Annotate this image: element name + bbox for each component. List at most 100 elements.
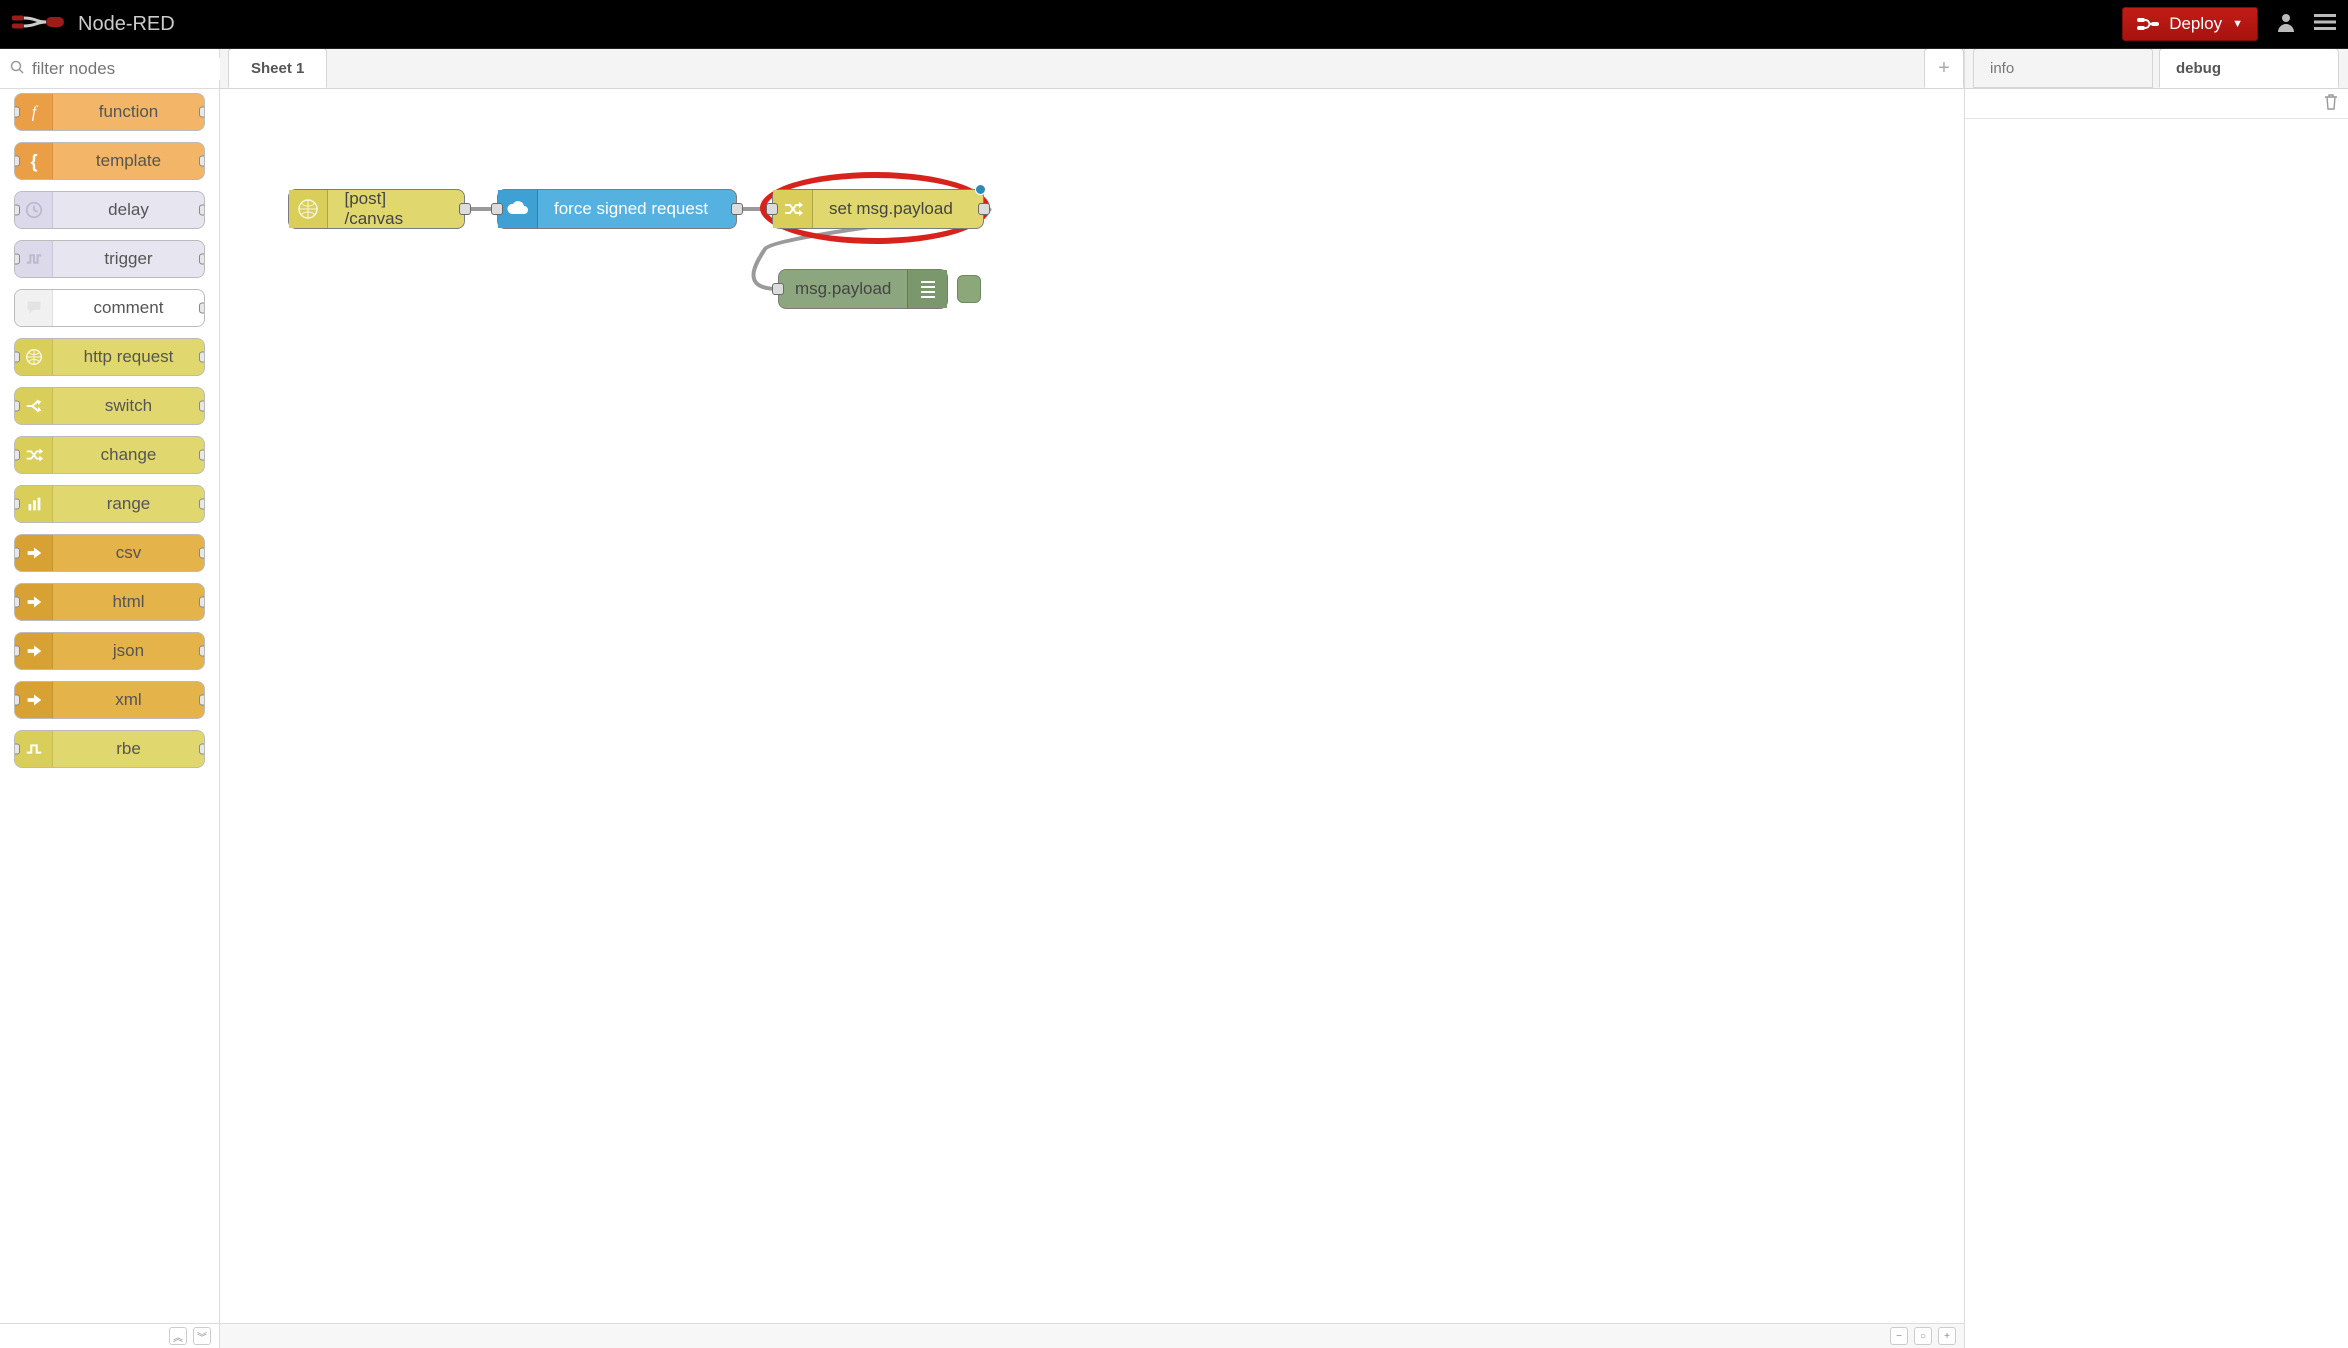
input-port[interactable] (14, 450, 20, 461)
palette-node-xml[interactable]: xml (14, 681, 205, 719)
palette-node-label: trigger (53, 249, 204, 269)
zoom-reset-button[interactable]: ○ (1914, 1327, 1932, 1345)
add-tab-button[interactable]: + (1924, 48, 1964, 88)
input-port[interactable] (14, 597, 20, 608)
sidebar-tab-info[interactable]: info (1973, 48, 2153, 88)
palette-node-comment[interactable]: comment (14, 289, 205, 327)
node-label: [post] /canvas (328, 189, 464, 229)
palette-node-switch[interactable]: switch (14, 387, 205, 425)
input-port[interactable] (14, 205, 20, 216)
output-port[interactable] (199, 548, 205, 559)
palette-node-label: change (53, 445, 204, 465)
flow-node-debug[interactable]: msg.payload (778, 269, 948, 309)
node-changed-indicator (975, 184, 986, 195)
output-port[interactable] (199, 499, 205, 510)
palette-collapse-down-button[interactable]: ︾ (193, 1327, 211, 1345)
output-port[interactable] (199, 352, 205, 363)
deploy-label: Deploy (2169, 14, 2222, 34)
output-port[interactable] (199, 450, 205, 461)
palette-node-label: html (53, 592, 204, 612)
bubble-icon (15, 290, 53, 326)
clear-debug-button[interactable] (2324, 94, 2338, 114)
input-port[interactable] (14, 744, 20, 755)
deploy-button[interactable]: Deploy ▼ (2122, 7, 2258, 41)
node-label: force signed request (538, 199, 724, 219)
sidebar-tab-debug[interactable]: debug (2159, 48, 2339, 88)
palette-node-html[interactable]: html (14, 583, 205, 621)
shuffle-icon (15, 437, 53, 473)
output-port[interactable] (199, 156, 205, 167)
palette-node-label: template (53, 151, 204, 171)
output-port[interactable] (199, 597, 205, 608)
palette-node-label: csv (53, 543, 204, 563)
clock-icon (15, 192, 53, 228)
input-port[interactable] (14, 646, 20, 657)
search-icon (10, 60, 24, 78)
palette-node-trigger[interactable]: trigger (14, 240, 205, 278)
input-port[interactable] (766, 203, 778, 215)
debug-toggle[interactable] (957, 275, 981, 303)
input-port[interactable] (14, 499, 20, 510)
flow-node-change[interactable]: set msg.payload (772, 189, 984, 229)
palette-node-csv[interactable]: csv (14, 534, 205, 572)
zoom-out-button[interactable]: − (1890, 1327, 1908, 1345)
palette-node-http-request[interactable]: http request (14, 338, 205, 376)
zoom-in-button[interactable]: + (1938, 1327, 1956, 1345)
arrow-icon (15, 633, 53, 669)
palette-node-change[interactable]: change (14, 436, 205, 474)
palette-node-range[interactable]: range (14, 485, 205, 523)
cloud-icon (498, 190, 538, 228)
switch-icon (15, 388, 53, 424)
arrow-icon (15, 682, 53, 718)
palette-node-label: function (53, 102, 204, 122)
output-port[interactable] (199, 107, 205, 118)
menu-icon[interactable] (2314, 13, 2336, 35)
output-port[interactable] (459, 203, 471, 215)
palette-node-template[interactable]: template (14, 142, 205, 180)
input-port[interactable] (14, 254, 20, 265)
output-port[interactable] (199, 254, 205, 265)
output-port[interactable] (199, 205, 205, 216)
f-italic-icon (15, 94, 53, 130)
pulse-icon (15, 241, 53, 277)
output-port[interactable] (731, 203, 743, 215)
output-port[interactable] (199, 646, 205, 657)
output-port[interactable] (199, 744, 205, 755)
input-port[interactable] (14, 156, 20, 167)
tab-label: info (1990, 60, 2014, 77)
user-icon[interactable] (2276, 12, 2296, 36)
input-port[interactable] (772, 283, 784, 295)
palette-node-label: range (53, 494, 204, 514)
globe-icon (289, 190, 328, 228)
palette-node-rbe[interactable]: rbe (14, 730, 205, 768)
workspace-tab[interactable]: Sheet 1 (228, 48, 327, 88)
output-port[interactable] (199, 695, 205, 706)
deploy-caret-icon[interactable]: ▼ (2232, 18, 2243, 30)
palette-node-json[interactable]: json (14, 632, 205, 670)
palette-node-label: rbe (53, 739, 204, 759)
output-port[interactable] (199, 401, 205, 412)
tab-label: Sheet 1 (251, 60, 304, 77)
palette-node-function[interactable]: function (14, 93, 205, 131)
palette-node-label: switch (53, 396, 204, 416)
input-port[interactable] (14, 548, 20, 559)
shuffle-icon (773, 190, 813, 228)
input-port[interactable] (14, 401, 20, 412)
output-port[interactable] (199, 303, 205, 314)
input-port[interactable] (491, 203, 503, 215)
output-port[interactable] (978, 203, 990, 215)
flow-node-http-in[interactable]: [post] /canvas (288, 189, 465, 229)
input-port[interactable] (14, 107, 20, 118)
pulse2-icon (15, 731, 53, 767)
flow-node-force-signed[interactable]: force signed request (497, 189, 737, 229)
palette-node-delay[interactable]: delay (14, 191, 205, 229)
brace-icon (15, 143, 53, 179)
input-port[interactable] (14, 695, 20, 706)
palette-search[interactable] (0, 49, 219, 89)
deploy-icon (2137, 15, 2159, 33)
input-port[interactable] (14, 352, 20, 363)
palette-node-label: http request (53, 347, 204, 367)
flow-canvas[interactable]: [post] /canvas force signed request (220, 89, 1964, 1323)
palette-collapse-up-button[interactable]: ︽ (169, 1327, 187, 1345)
palette-node-label: xml (53, 690, 204, 710)
